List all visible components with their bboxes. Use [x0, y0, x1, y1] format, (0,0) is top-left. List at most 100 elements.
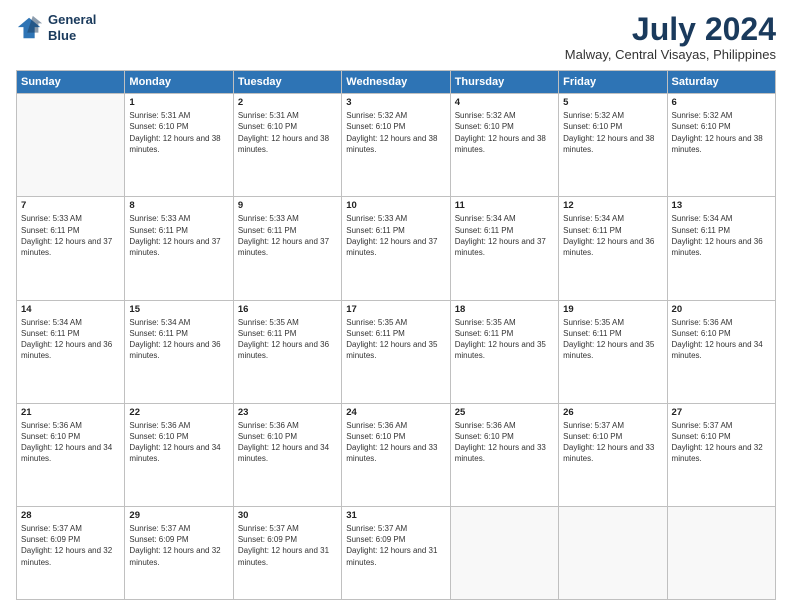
day-info: Sunrise: 5:36 AMSunset: 6:10 PMDaylight:…	[129, 420, 228, 465]
day-info: Sunrise: 5:31 AMSunset: 6:10 PMDaylight:…	[238, 110, 337, 155]
calendar-cell: 24Sunrise: 5:36 AMSunset: 6:10 PMDayligh…	[342, 403, 450, 506]
day-number: 5	[563, 97, 662, 108]
calendar-cell: 21 Sunrise: 5:36 AMSunset: 6:10 PMDayligh…	[17, 403, 125, 506]
col-header-monday: Monday	[125, 71, 233, 94]
day-number: 19	[563, 304, 662, 315]
day-number: 21	[21, 407, 120, 418]
day-number: 1	[129, 97, 228, 108]
day-number: 10	[346, 200, 445, 211]
week-row-3: 14 Sunrise: 5:34 AMSunset: 6:11 PMDayligh…	[17, 300, 776, 403]
day-info: Sunrise: 5:36 AMSunset: 6:10 PMDaylight:…	[672, 317, 771, 362]
day-number: 7	[21, 200, 120, 211]
week-row-1: 1 Sunrise: 5:31 AMSunset: 6:10 PMDaylight…	[17, 94, 776, 197]
logo-text: General Blue	[48, 12, 96, 43]
day-info: Sunrise: 5:32 AMSunset: 6:10 PMDaylight:…	[563, 110, 662, 155]
calendar-cell: 5 Sunrise: 5:32 AMSunset: 6:10 PMDaylight…	[559, 94, 667, 197]
day-number: 11	[455, 200, 554, 211]
title-block: July 2024 Malway, Central Visayas, Phili…	[565, 12, 776, 62]
day-info: Sunrise: 5:37 AMSunset: 6:09 PMDaylight:…	[21, 523, 120, 568]
day-info: Sunrise: 5:35 AMSunset: 6:11 PMDaylight:…	[238, 317, 337, 362]
day-number: 24	[346, 407, 445, 418]
calendar-table: SundayMondayTuesdayWednesdayThursdayFrid…	[16, 70, 776, 600]
day-info: Sunrise: 5:36 AMSunset: 6:10 PMDaylight:…	[455, 420, 554, 465]
day-info: Sunrise: 5:33 AMSunset: 6:11 PMDaylight:…	[238, 213, 337, 258]
calendar-cell: 22 Sunrise: 5:36 AMSunset: 6:10 PMDayligh…	[125, 403, 233, 506]
col-header-friday: Friday	[559, 71, 667, 94]
day-number: 14	[21, 304, 120, 315]
day-number: 31	[346, 510, 445, 521]
calendar-cell: 25 Sunrise: 5:36 AMSunset: 6:10 PMDayligh…	[450, 403, 558, 506]
calendar-cell: 14Sunrise: 5:34 AMSunset: 6:11 PMDayligh…	[17, 300, 125, 403]
day-number: 4	[455, 97, 554, 108]
calendar-cell: 23 Sunrise: 5:36 AMSunset: 6:10 PMDayligh…	[233, 403, 341, 506]
day-number: 3	[346, 97, 445, 108]
day-info: Sunrise: 5:37 AMSunset: 6:10 PMDaylight:…	[672, 420, 771, 465]
day-info: Sunrise: 5:31 AMSunset: 6:10 PMDaylight:…	[129, 110, 228, 155]
day-info: Sunrise: 5:37 AMSunset: 6:09 PMDaylight:…	[346, 523, 445, 568]
calendar-cell: 20Sunrise: 5:36 AMSunset: 6:10 PMDayligh…	[667, 300, 775, 403]
page: General Blue July 2024 Malway, Central V…	[0, 0, 792, 612]
calendar-cell: 18 Sunrise: 5:35 AMSunset: 6:11 PMDayligh…	[450, 300, 558, 403]
day-number: 29	[129, 510, 228, 521]
day-info: Sunrise: 5:32 AMSunset: 6:10 PMDaylight:…	[455, 110, 554, 155]
calendar-cell: 19 Sunrise: 5:35 AMSunset: 6:11 PMDayligh…	[559, 300, 667, 403]
calendar-cell: 4 Sunrise: 5:32 AMSunset: 6:10 PMDaylight…	[450, 94, 558, 197]
day-number: 23	[238, 407, 337, 418]
day-info: Sunrise: 5:34 AMSunset: 6:11 PMDaylight:…	[563, 213, 662, 258]
day-info: Sunrise: 5:36 AMSunset: 6:10 PMDaylight:…	[21, 420, 120, 465]
day-number: 26	[563, 407, 662, 418]
calendar-cell: 15Sunrise: 5:34 AMSunset: 6:11 PMDayligh…	[125, 300, 233, 403]
calendar-cell: 7 Sunrise: 5:33 AMSunset: 6:11 PMDaylight…	[17, 197, 125, 300]
day-info: Sunrise: 5:37 AMSunset: 6:09 PMDaylight:…	[129, 523, 228, 568]
day-info: Sunrise: 5:36 AMSunset: 6:10 PMDaylight:…	[238, 420, 337, 465]
day-info: Sunrise: 5:35 AMSunset: 6:11 PMDaylight:…	[455, 317, 554, 362]
calendar-cell: 30 Sunrise: 5:37 AMSunset: 6:09 PMDayligh…	[233, 507, 341, 600]
day-info: Sunrise: 5:37 AMSunset: 6:09 PMDaylight:…	[238, 523, 337, 568]
col-header-wednesday: Wednesday	[342, 71, 450, 94]
calendar-cell: 2Sunrise: 5:31 AMSunset: 6:10 PMDaylight…	[233, 94, 341, 197]
day-number: 12	[563, 200, 662, 211]
col-header-sunday: Sunday	[17, 71, 125, 94]
calendar-cell: 8Sunrise: 5:33 AMSunset: 6:11 PMDaylight…	[125, 197, 233, 300]
calendar-cell: 11 Sunrise: 5:34 AMSunset: 6:11 PMDayligh…	[450, 197, 558, 300]
day-info: Sunrise: 5:34 AMSunset: 6:11 PMDaylight:…	[129, 317, 228, 362]
main-title: July 2024	[565, 12, 776, 47]
col-header-tuesday: Tuesday	[233, 71, 341, 94]
calendar-cell: 17Sunrise: 5:35 AMSunset: 6:11 PMDayligh…	[342, 300, 450, 403]
day-number: 30	[238, 510, 337, 521]
calendar-cell: 29 Sunrise: 5:37 AMSunset: 6:09 PMDayligh…	[125, 507, 233, 600]
week-row-2: 7 Sunrise: 5:33 AMSunset: 6:11 PMDaylight…	[17, 197, 776, 300]
day-info: Sunrise: 5:35 AMSunset: 6:11 PMDaylight:…	[563, 317, 662, 362]
calendar-cell: 27 Sunrise: 5:37 AMSunset: 6:10 PMDayligh…	[667, 403, 775, 506]
day-number: 22	[129, 407, 228, 418]
day-number: 8	[129, 200, 228, 211]
day-number: 13	[672, 200, 771, 211]
day-number: 25	[455, 407, 554, 418]
subtitle: Malway, Central Visayas, Philippines	[565, 47, 776, 62]
logo-icon	[16, 14, 44, 42]
calendar-cell: 26 Sunrise: 5:37 AMSunset: 6:10 PMDayligh…	[559, 403, 667, 506]
day-info: Sunrise: 5:37 AMSunset: 6:10 PMDaylight:…	[563, 420, 662, 465]
day-info: Sunrise: 5:33 AMSunset: 6:11 PMDaylight:…	[346, 213, 445, 258]
col-header-thursday: Thursday	[450, 71, 558, 94]
calendar-cell: 6 Sunrise: 5:32 AMSunset: 6:10 PMDaylight…	[667, 94, 775, 197]
calendar-cell: 3 Sunrise: 5:32 AMSunset: 6:10 PMDaylight…	[342, 94, 450, 197]
calendar-cell: 13Sunrise: 5:34 AMSunset: 6:11 PMDayligh…	[667, 197, 775, 300]
day-number: 27	[672, 407, 771, 418]
day-number: 6	[672, 97, 771, 108]
day-number: 17	[346, 304, 445, 315]
calendar-cell: 16Sunrise: 5:35 AMSunset: 6:11 PMDayligh…	[233, 300, 341, 403]
day-info: Sunrise: 5:34 AMSunset: 6:11 PMDaylight:…	[455, 213, 554, 258]
calendar-cell	[450, 507, 558, 600]
calendar-cell	[559, 507, 667, 600]
day-number: 18	[455, 304, 554, 315]
calendar-cell	[17, 94, 125, 197]
day-info: Sunrise: 5:33 AMSunset: 6:11 PMDaylight:…	[21, 213, 120, 258]
day-number: 9	[238, 200, 337, 211]
calendar-cell	[667, 507, 775, 600]
day-info: Sunrise: 5:32 AMSunset: 6:10 PMDaylight:…	[672, 110, 771, 155]
logo: General Blue	[16, 12, 96, 43]
day-info: Sunrise: 5:32 AMSunset: 6:10 PMDaylight:…	[346, 110, 445, 155]
week-row-5: 28Sunrise: 5:37 AMSunset: 6:09 PMDayligh…	[17, 507, 776, 600]
calendar-cell: 10 Sunrise: 5:33 AMSunset: 6:11 PMDayligh…	[342, 197, 450, 300]
